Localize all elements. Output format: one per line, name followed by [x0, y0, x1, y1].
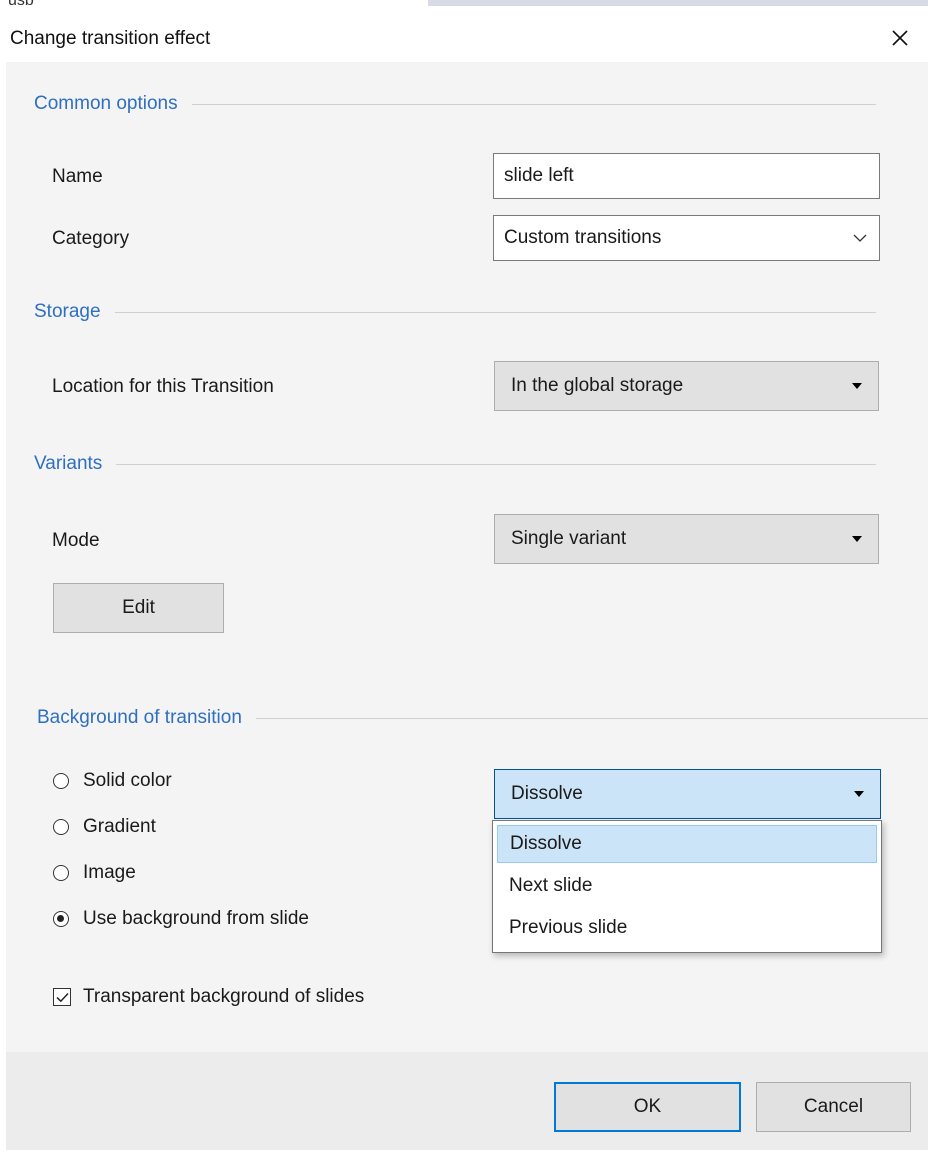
radio-button[interactable] — [53, 819, 69, 835]
cancel-button[interactable]: Cancel — [756, 1082, 911, 1132]
radio-gradient[interactable]: Gradient — [53, 816, 156, 838]
radio-image[interactable]: Image — [53, 862, 136, 884]
close-icon — [892, 30, 908, 46]
dropdown-option-dissolve[interactable]: Dissolve — [497, 825, 877, 863]
transparent-background-checkbox[interactable] — [53, 988, 71, 1006]
transparent-background-checkbox-row[interactable]: Transparent background of slides — [53, 986, 364, 1008]
radio-solid-color[interactable]: Solid color — [53, 770, 172, 792]
section-title: Variants — [34, 453, 103, 474]
radio-label: Image — [83, 862, 136, 883]
ok-button[interactable]: OK — [554, 1082, 741, 1132]
close-button[interactable] — [882, 20, 918, 56]
radio-button[interactable] — [53, 865, 69, 881]
radio-use-background-from-slide[interactable]: Use background from slide — [53, 908, 309, 930]
name-field-value: slide left — [504, 165, 574, 186]
background-window-bar — [428, 0, 928, 6]
radio-label: Gradient — [83, 816, 156, 837]
location-dropdown[interactable]: In the global storage — [494, 361, 879, 411]
name-field[interactable]: slide left — [493, 153, 880, 199]
section-divider — [255, 717, 928, 719]
dropdown-option-next-slide[interactable]: Next slide — [497, 867, 877, 905]
category-combobox[interactable]: Custom transitions — [493, 215, 880, 261]
radio-label: Use background from slide — [83, 908, 309, 929]
section-title: Common options — [34, 93, 178, 114]
background-window-strip: usb — [0, 0, 928, 14]
effect-dropdown[interactable]: Dissolve — [494, 769, 881, 819]
section-variants: Variants — [34, 452, 876, 476]
cancel-button-label: Cancel — [803, 1096, 864, 1117]
effect-value: Dissolve — [511, 783, 583, 804]
dialog-titlebar: Change transition effect — [0, 14, 928, 62]
dropdown-option-previous-slide[interactable]: Previous slide — [497, 909, 877, 947]
section-divider — [116, 463, 876, 465]
section-common-options: Common options — [34, 92, 876, 116]
section-title: Background of transition — [37, 707, 242, 728]
edit-button[interactable]: Edit — [53, 583, 224, 633]
location-label: Location for this Transition — [52, 376, 274, 397]
section-divider — [191, 103, 876, 105]
radio-label: Solid color — [83, 770, 172, 791]
radio-button[interactable] — [53, 773, 69, 789]
chevron-down-icon — [853, 234, 867, 242]
mode-label: Mode — [52, 530, 100, 551]
section-divider — [114, 311, 876, 313]
background-window-text: usb — [8, 0, 34, 9]
section-title: Storage — [34, 301, 101, 322]
dialog-title: Change transition effect — [10, 28, 211, 49]
dropdown-arrow-icon — [852, 383, 862, 389]
category-value: Custom transitions — [504, 227, 662, 248]
edit-button-label: Edit — [122, 597, 155, 618]
section-background: Background of transition — [37, 706, 928, 730]
location-value: In the global storage — [511, 375, 684, 396]
mode-value: Single variant — [511, 528, 627, 549]
dropdown-arrow-icon — [852, 536, 862, 542]
radio-button[interactable] — [53, 911, 69, 927]
mode-dropdown[interactable]: Single variant — [494, 514, 879, 564]
section-storage: Storage — [34, 300, 876, 324]
dropdown-arrow-icon — [854, 791, 864, 797]
category-label: Category — [52, 228, 130, 249]
dialog-bottom-edge — [0, 1150, 928, 1160]
transparent-background-label: Transparent background of slides — [83, 986, 365, 1007]
ok-button-label: OK — [633, 1096, 662, 1117]
name-label: Name — [52, 166, 103, 187]
effect-dropdown-list: Dissolve Next slide Previous slide — [492, 820, 882, 953]
checkmark-icon — [55, 992, 69, 1002]
